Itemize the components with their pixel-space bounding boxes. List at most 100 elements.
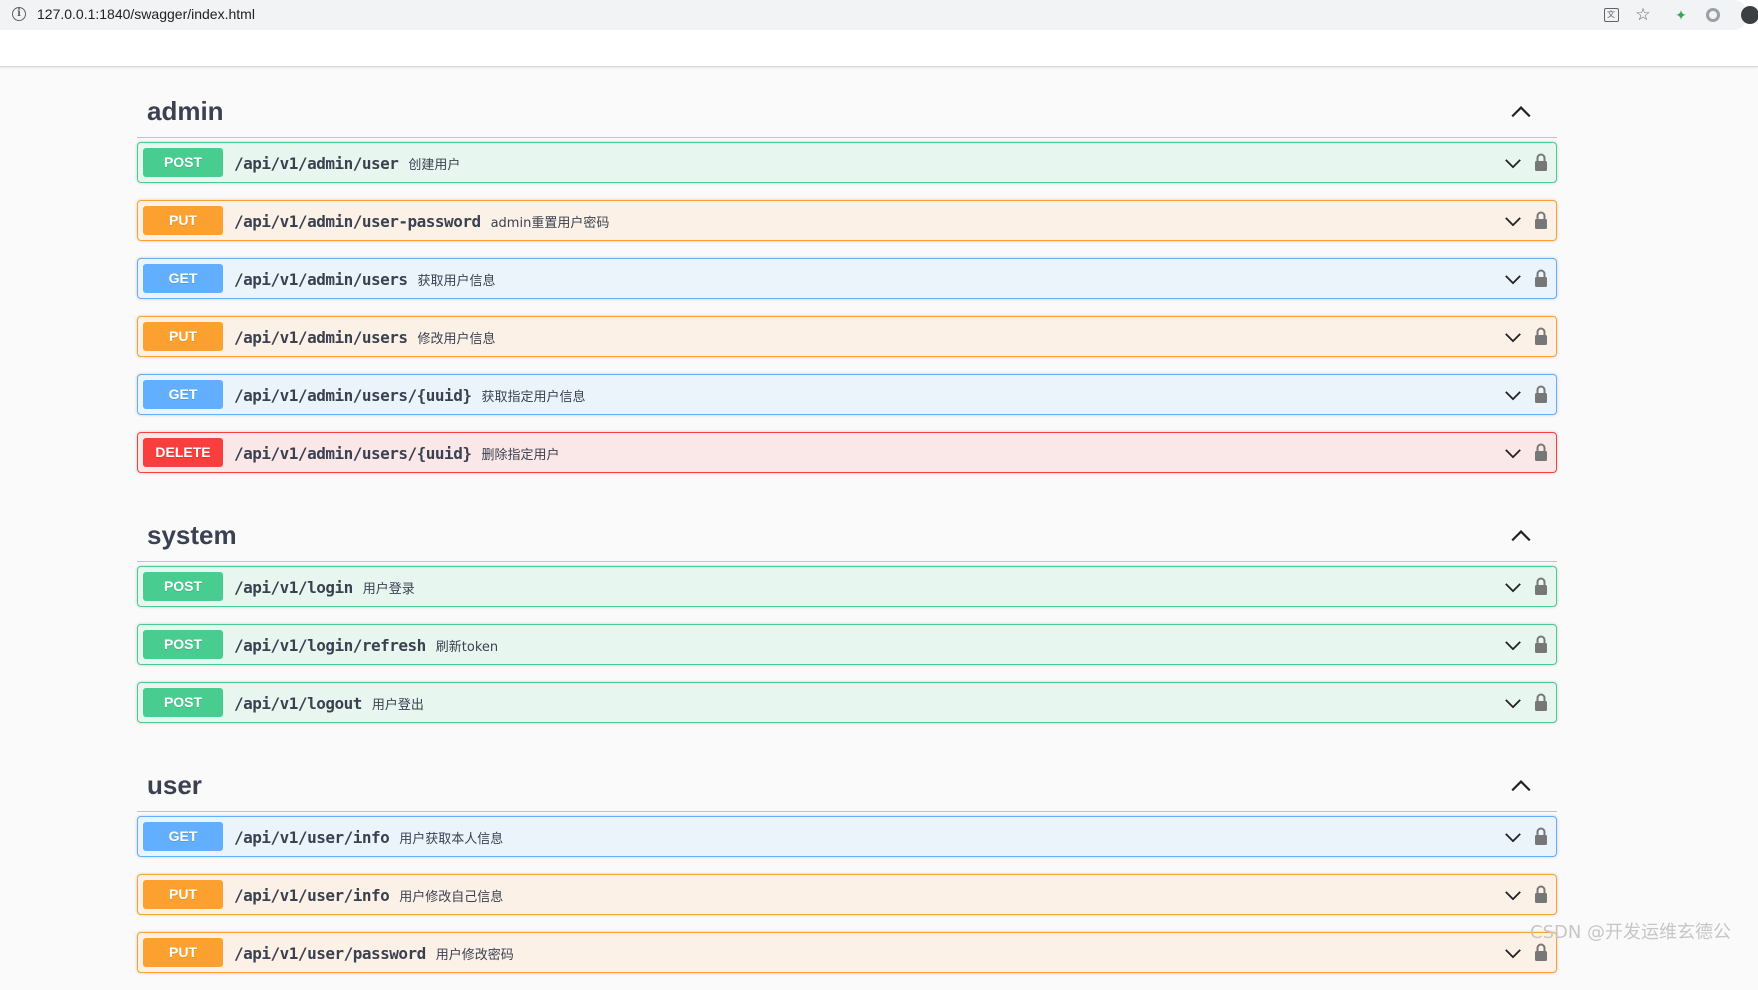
operation-summary: 删除指定用户 — [481, 448, 560, 463]
operation-path-group[interactable]: /api/v1/logout 用户登出 — [234, 694, 424, 713]
operation-row[interactable]: PUT/api/v1/admin/user-password admin重置用户密… — [137, 200, 1557, 241]
swagger-operations: admin POST/api/v1/admin/user 创建用户 PUT/api/v… — [137, 66, 1557, 990]
operation-path[interactable]: /api/v1/admin/users/{uuid} — [234, 386, 472, 405]
chevron-up-icon[interactable] — [1510, 529, 1532, 543]
method-badge[interactable]: POST — [143, 688, 223, 717]
lock-icon[interactable] — [1534, 268, 1548, 288]
operation-path-group[interactable]: /api/v1/admin/user 创建用户 — [234, 154, 460, 173]
method-badge[interactable]: PUT — [143, 880, 223, 909]
operation-path-group[interactable]: /api/v1/user/info 用户获取本人信息 — [234, 828, 503, 847]
tag-section-system: system POST/api/v1/login 用户登录 POST/api/v1/l… — [137, 490, 1557, 723]
operation-summary: 用户修改密码 — [435, 948, 514, 963]
operation-row[interactable]: DELETE/api/v1/admin/users/{uuid} 删除指定用户 — [137, 432, 1557, 473]
method-badge[interactable]: POST — [143, 572, 223, 601]
tag-header[interactable]: admin — [137, 66, 1557, 138]
tag-title[interactable]: admin — [147, 96, 224, 127]
tag-section-user: user GET/api/v1/user/info 用户获取本人信息 PUT/api/… — [137, 740, 1557, 973]
chevron-down-icon[interactable] — [1504, 832, 1522, 843]
lock-icon[interactable] — [1534, 634, 1548, 654]
operation-row[interactable]: POST/api/v1/login/refresh 刷新token — [137, 624, 1557, 665]
operation-path[interactable]: /api/v1/admin/user — [234, 154, 399, 173]
address-bar[interactable]: i 127.0.0.1:1840/swagger/index.html — [0, 0, 1748, 30]
operation-path[interactable]: /api/v1/logout — [234, 694, 362, 713]
operation-path-group[interactable]: /api/v1/admin/users 获取用户信息 — [234, 270, 496, 289]
chevron-down-icon[interactable] — [1504, 216, 1522, 227]
lock-icon[interactable] — [1534, 326, 1548, 346]
operation-path[interactable]: /api/v1/admin/users — [234, 328, 408, 347]
chevron-down-icon[interactable] — [1504, 890, 1522, 901]
url-text[interactable]: 127.0.0.1:1840/swagger/index.html — [37, 6, 255, 22]
circle-icon[interactable] — [1703, 5, 1723, 25]
operation-path-group[interactable]: /api/v1/admin/users/{uuid} 获取指定用户信息 — [234, 386, 585, 405]
chevron-down-icon[interactable] — [1504, 274, 1522, 285]
operation-path[interactable]: /api/v1/login/refresh — [234, 636, 426, 655]
tag-title[interactable]: system — [147, 520, 237, 551]
operation-path-group[interactable]: /api/v1/admin/user-password admin重置用户密码 — [234, 212, 609, 231]
operation-path[interactable]: /api/v1/admin/users — [234, 270, 408, 289]
method-badge[interactable]: PUT — [143, 322, 223, 351]
profile-icon[interactable] — [1740, 5, 1758, 25]
operation-path[interactable]: /api/v1/admin/users/{uuid} — [234, 444, 472, 463]
browser-toolbar: i 127.0.0.1:1840/swagger/index.html 文 ☆ … — [0, 0, 1758, 67]
method-badge[interactable]: GET — [143, 264, 223, 293]
operation-path[interactable]: /api/v1/login — [234, 578, 353, 597]
operation-row[interactable]: PUT/api/v1/user/password 用户修改密码 — [137, 932, 1557, 973]
method-badge[interactable]: POST — [143, 148, 223, 177]
chevron-down-icon[interactable] — [1504, 948, 1522, 959]
operation-row[interactable]: GET/api/v1/admin/users/{uuid} 获取指定用户信息 — [137, 374, 1557, 415]
operation-row[interactable]: GET/api/v1/user/info 用户获取本人信息 — [137, 816, 1557, 857]
chevron-down-icon[interactable] — [1504, 698, 1522, 709]
operation-path-group[interactable]: /api/v1/admin/users/{uuid} 删除指定用户 — [234, 444, 559, 463]
lock-icon[interactable] — [1534, 210, 1548, 230]
method-badge[interactable]: PUT — [143, 206, 223, 235]
tag-header[interactable]: user — [137, 740, 1557, 812]
chevron-down-icon[interactable] — [1504, 158, 1522, 169]
operation-path[interactable]: /api/v1/user/password — [234, 944, 426, 963]
chevron-down-icon[interactable] — [1504, 448, 1522, 459]
tag-title[interactable]: user — [147, 770, 202, 801]
method-badge[interactable]: POST — [143, 630, 223, 659]
operation-summary: 修改用户信息 — [417, 332, 496, 347]
extension-icon[interactable]: ✦ — [1671, 5, 1691, 25]
tag-section-admin: admin POST/api/v1/admin/user 创建用户 PUT/api/v… — [137, 66, 1557, 473]
operation-row[interactable]: POST/api/v1/login 用户登录 — [137, 566, 1557, 607]
chevron-down-icon[interactable] — [1504, 332, 1522, 343]
operation-summary: 用户登录 — [362, 582, 415, 597]
method-badge[interactable]: DELETE — [143, 438, 223, 467]
lock-icon[interactable] — [1534, 692, 1548, 712]
operation-path-group[interactable]: /api/v1/login 用户登录 — [234, 578, 415, 597]
operation-row[interactable]: POST/api/v1/logout 用户登出 — [137, 682, 1557, 723]
operation-path-group[interactable]: /api/v1/admin/users 修改用户信息 — [234, 328, 496, 347]
lock-icon[interactable] — [1534, 884, 1548, 904]
info-icon[interactable]: i — [12, 7, 26, 21]
operation-path[interactable]: /api/v1/user/info — [234, 886, 390, 905]
method-badge[interactable]: GET — [143, 380, 223, 409]
chevron-down-icon[interactable] — [1504, 390, 1522, 401]
operation-path-group[interactable]: /api/v1/login/refresh 刷新token — [234, 636, 498, 655]
operation-row[interactable]: PUT/api/v1/user/info 用户修改自己信息 — [137, 874, 1557, 915]
operation-path-group[interactable]: /api/v1/user/info 用户修改自己信息 — [234, 886, 503, 905]
chevron-down-icon[interactable] — [1504, 582, 1522, 593]
operation-row[interactable]: POST/api/v1/admin/user 创建用户 — [137, 142, 1557, 183]
operation-path-group[interactable]: /api/v1/user/password 用户修改密码 — [234, 944, 514, 963]
operation-path[interactable]: /api/v1/user/info — [234, 828, 390, 847]
watermark: CSDN @开发运维玄德公 — [1530, 922, 1732, 943]
operation-summary: 获取指定用户信息 — [481, 390, 586, 405]
method-badge[interactable]: GET — [143, 822, 223, 851]
bookmark-star-icon[interactable]: ☆ — [1633, 5, 1653, 25]
chevron-down-icon[interactable] — [1504, 640, 1522, 651]
operation-row[interactable]: PUT/api/v1/admin/users 修改用户信息 — [137, 316, 1557, 357]
translate-icon[interactable]: 文 — [1601, 5, 1621, 25]
operation-row[interactable]: GET/api/v1/admin/users 获取用户信息 — [137, 258, 1557, 299]
operation-path[interactable]: /api/v1/admin/user-password — [234, 212, 481, 231]
lock-icon[interactable] — [1534, 942, 1548, 962]
method-badge[interactable]: PUT — [143, 938, 223, 967]
lock-icon[interactable] — [1534, 152, 1548, 172]
tag-header[interactable]: system — [137, 490, 1557, 562]
chevron-up-icon[interactable] — [1510, 779, 1532, 793]
chevron-up-icon[interactable] — [1510, 105, 1532, 119]
lock-icon[interactable] — [1534, 826, 1548, 846]
lock-icon[interactable] — [1534, 442, 1548, 462]
lock-icon[interactable] — [1534, 384, 1548, 404]
lock-icon[interactable] — [1534, 576, 1548, 596]
